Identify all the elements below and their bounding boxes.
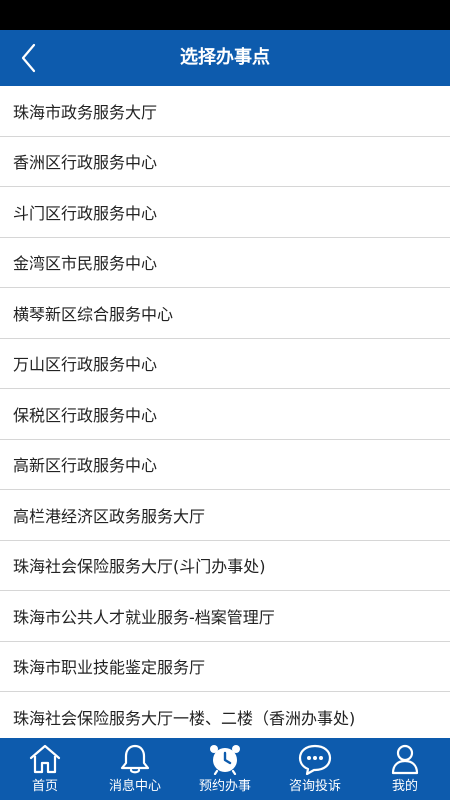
list-item-label: 珠海社会保险服务大厅一楼、二楼（香洲办事处) xyxy=(13,708,356,728)
tab-appointment-label: 预约办事 xyxy=(198,779,251,794)
tab-home[interactable]: 首页 xyxy=(0,738,90,800)
list-item-label: 高栏港经济区政务服务大厅 xyxy=(13,506,206,526)
list-item[interactable]: 高新区行政服务中心 xyxy=(0,440,450,490)
tab-messages[interactable]: 消息中心 xyxy=(90,738,180,800)
list-item[interactable]: 万山区行政服务中心 xyxy=(0,339,450,389)
tab-home-label: 首页 xyxy=(31,779,58,794)
list-item-label: 香洲区行政服务中心 xyxy=(13,153,158,173)
list-item-label: 珠海市职业技能鉴定服务厅 xyxy=(13,658,206,678)
tab-consult-label: 咨询投诉 xyxy=(288,779,341,794)
list-item[interactable]: 金湾区市民服务中心 xyxy=(0,238,450,288)
tab-messages-label: 消息中心 xyxy=(108,779,161,794)
page-title: 选择办事点 xyxy=(180,47,270,68)
service-location-list: 珠海市政务服务大厅 香洲区行政服务中心 斗门区行政服务中心 金湾区市民服务中心 … xyxy=(0,86,450,738)
list-item-label: 珠海社会保险服务大厅(斗门办事处) xyxy=(13,557,266,577)
list-item-label: 珠海市政务服务大厅 xyxy=(13,102,158,122)
tab-appointment[interactable]: 预约办事 xyxy=(180,738,270,800)
user-icon xyxy=(388,743,422,775)
list-item-label: 保税区行政服务中心 xyxy=(13,405,158,425)
tab-mine[interactable]: 我的 xyxy=(360,738,450,800)
back-button[interactable] xyxy=(10,38,50,78)
chevron-left-icon xyxy=(21,43,36,73)
list-item[interactable]: 珠海市公共人才就业服务-档案管理厅 xyxy=(0,591,450,642)
list-item-label: 珠海市公共人才就业服务-档案管理厅 xyxy=(13,607,275,627)
chat-bubble-icon xyxy=(298,743,332,775)
list-item-label: 斗门区行政服务中心 xyxy=(13,203,158,223)
list-item[interactable]: 珠海社会保险服务大厅一楼、二楼（香洲办事处) xyxy=(0,692,450,738)
list-item[interactable]: 横琴新区综合服务中心 xyxy=(0,288,450,339)
status-bar xyxy=(0,0,450,30)
list-item[interactable]: 珠海市职业技能鉴定服务厅 xyxy=(0,642,450,692)
alarm-clock-icon xyxy=(208,743,242,775)
list-item[interactable]: 斗门区行政服务中心 xyxy=(0,187,450,238)
header-bar: 选择办事点 xyxy=(0,30,450,86)
bell-icon xyxy=(118,743,152,775)
list-item-label: 横琴新区综合服务中心 xyxy=(13,304,174,324)
tab-mine-label: 我的 xyxy=(391,779,418,794)
list-item-label: 金湾区市民服务中心 xyxy=(13,254,158,274)
list-item[interactable]: 珠海社会保险服务大厅(斗门办事处) xyxy=(0,541,450,591)
list-item[interactable]: 珠海市政务服务大厅 xyxy=(0,86,450,137)
list-item[interactable]: 香洲区行政服务中心 xyxy=(0,137,450,187)
home-icon xyxy=(28,743,62,775)
bottom-tab-bar: 首页 消息中心 预约办事 咨询投诉 我的 xyxy=(0,738,450,800)
list-item[interactable]: 保税区行政服务中心 xyxy=(0,389,450,440)
list-item[interactable]: 高栏港经济区政务服务大厅 xyxy=(0,490,450,541)
list-item-label: 万山区行政服务中心 xyxy=(13,355,158,375)
list-item-label: 高新区行政服务中心 xyxy=(13,456,158,476)
tab-consult[interactable]: 咨询投诉 xyxy=(270,738,360,800)
